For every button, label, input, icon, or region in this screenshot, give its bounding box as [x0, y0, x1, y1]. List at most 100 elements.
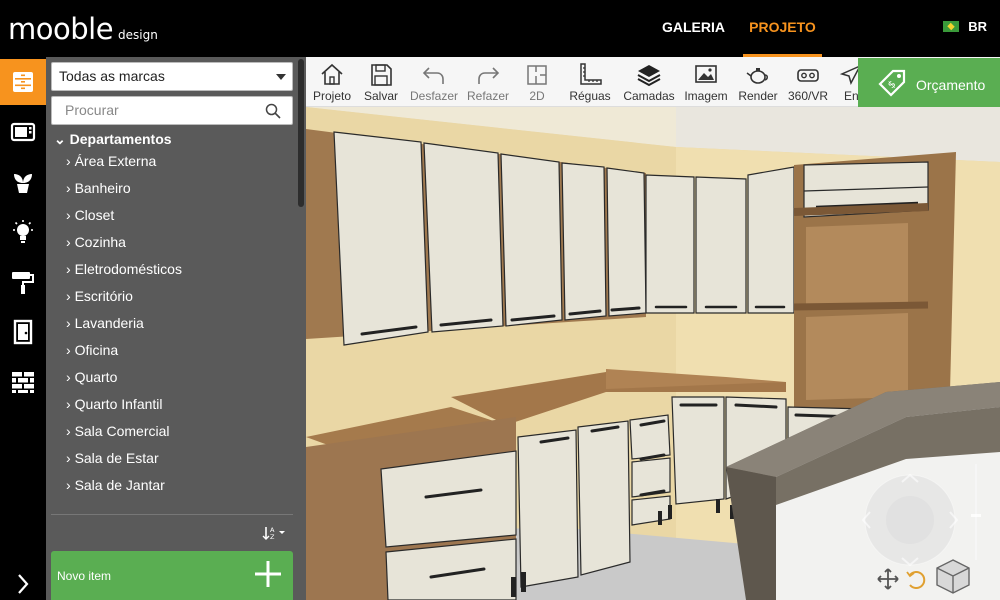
language-label: BR — [968, 19, 987, 34]
category-label: Sala Comercial — [74, 423, 170, 439]
category-item[interactable]: › Área Externa — [46, 148, 296, 175]
rail-doors[interactable] — [0, 309, 46, 355]
category-item[interactable]: › Sala de Estar — [46, 445, 296, 472]
tool-label: Render — [738, 89, 778, 103]
tool-projeto[interactable]: Projeto — [311, 57, 353, 107]
category-label: Sala de Estar — [74, 450, 159, 466]
rail-appliances[interactable] — [0, 109, 46, 155]
tool-label: Projeto — [312, 89, 352, 103]
caret-down-icon — [276, 74, 286, 80]
category-label: Sala de Jantar — [74, 477, 165, 493]
tool-desfazer[interactable]: Desfazer — [409, 57, 459, 107]
save-icon — [371, 64, 392, 86]
catalog-panel: Todas as marcas Procurar ⌄ Departamentos… — [46, 57, 306, 600]
category-item[interactable]: › Quarto Infantil — [46, 391, 296, 418]
teapot-icon — [746, 68, 768, 84]
ruler-icon — [580, 63, 602, 85]
svg-text:Z: Z — [270, 533, 275, 541]
expand-panel-button[interactable] — [0, 567, 46, 600]
search-placeholder: Procurar — [65, 102, 119, 118]
brick-wall-icon — [12, 372, 34, 393]
paint-roller-icon — [12, 272, 34, 294]
category-label: Cozinha — [74, 234, 126, 250]
lightbulb-icon — [13, 220, 33, 243]
logo[interactable]: mooble design — [8, 12, 158, 52]
orcamento-button[interactable]: $ Orçamento — [858, 58, 1000, 107]
brazil-flag-icon — [943, 21, 960, 32]
home-icon — [321, 63, 343, 85]
vr-headset-icon — [797, 69, 819, 82]
tool-label: Salvar — [363, 89, 398, 103]
redo-icon — [478, 67, 500, 84]
rotate-icon[interactable] — [904, 567, 928, 591]
microwave-icon — [10, 122, 36, 142]
zoom-slider[interactable] — [970, 462, 982, 562]
category-label: Banheiro — [74, 180, 131, 196]
undo-icon — [422, 67, 444, 84]
drawer-icon — [13, 72, 33, 92]
pan-icon[interactable] — [876, 567, 900, 591]
tool-360vr[interactable]: 360/VR — [786, 57, 830, 107]
tool-refazer[interactable]: Refazer — [466, 57, 510, 107]
category-label: Lavanderia — [74, 315, 144, 331]
top-bar: mooble design GALERIA PROJETO BR — [0, 0, 1000, 57]
tool-render[interactable]: Render — [737, 57, 779, 107]
tool-label: Refazer — [466, 89, 510, 103]
tool-label: Camadas — [623, 89, 675, 103]
rail-plants[interactable] — [0, 159, 46, 205]
nav-projeto[interactable]: PROJETO — [743, 0, 822, 57]
category-item[interactable]: › Oficina — [46, 337, 296, 364]
category-rail — [0, 57, 46, 600]
door-icon — [13, 319, 33, 345]
tool-camadas[interactable]: Camadas — [623, 57, 675, 107]
panel-divider — [51, 514, 293, 515]
category-label: Escritório — [74, 288, 133, 304]
plus-icon — [255, 561, 281, 587]
tool-label: Imagem — [684, 89, 728, 103]
sort-az-icon: AZ — [262, 526, 285, 541]
plant-icon — [14, 174, 32, 193]
department-header-label: Departamentos — [69, 131, 172, 147]
category-label: Oficina — [74, 342, 119, 358]
nav-galeria[interactable]: GALERIA — [662, 0, 725, 57]
category-item[interactable]: › Cozinha — [46, 229, 296, 256]
tool-salvar[interactable]: Salvar — [361, 57, 401, 107]
category-item[interactable]: › Sala de Jantar — [46, 472, 296, 499]
language-selector[interactable]: BR — [943, 19, 987, 34]
category-label: Eletrodomésticos — [74, 261, 182, 277]
tool-reguas[interactable]: Réguas — [568, 57, 612, 107]
cube-view-icon[interactable] — [934, 557, 972, 595]
search-icon — [265, 103, 281, 119]
category-label: Closet — [74, 207, 115, 223]
sort-button[interactable]: AZ — [262, 525, 286, 544]
category-item[interactable]: › Eletrodomésticos — [46, 256, 296, 283]
category-item[interactable]: › Escritório — [46, 283, 296, 310]
brand-select-value: Todas as marcas — [59, 68, 165, 84]
category-label: Quarto — [74, 369, 118, 385]
category-item[interactable]: › Quarto — [46, 364, 296, 391]
floorplan-icon — [527, 65, 547, 85]
image-icon — [695, 65, 717, 83]
category-item[interactable]: › Closet — [46, 202, 296, 229]
chevron-right-icon — [18, 573, 29, 594]
layers-icon — [637, 65, 661, 87]
category-item[interactable]: › Banheiro — [46, 175, 296, 202]
tool-imagem[interactable]: Imagem — [683, 57, 729, 107]
category-label: Quarto Infantil — [74, 396, 163, 412]
tool-label: 2D — [529, 89, 545, 103]
rail-walls[interactable] — [0, 359, 46, 405]
tool-label: Desfazer — [409, 89, 459, 103]
rail-paint[interactable] — [0, 259, 46, 305]
tool-label: 360/VR — [787, 89, 829, 103]
new-item-button[interactable]: Novo item — [51, 551, 293, 600]
panel-scrollbar[interactable] — [298, 59, 304, 207]
rail-furniture[interactable] — [0, 59, 46, 105]
search-input[interactable]: Procurar — [51, 96, 293, 125]
department-header[interactable]: ⌄ Departamentos — [46, 130, 296, 148]
tool-2d[interactable]: 2D — [522, 57, 552, 107]
brand-select[interactable]: Todas as marcas — [51, 62, 293, 91]
rail-lighting[interactable] — [0, 209, 46, 255]
3d-viewport[interactable] — [306, 107, 1000, 600]
category-item[interactable]: › Lavanderia — [46, 310, 296, 337]
category-item[interactable]: › Sala Comercial — [46, 418, 296, 445]
